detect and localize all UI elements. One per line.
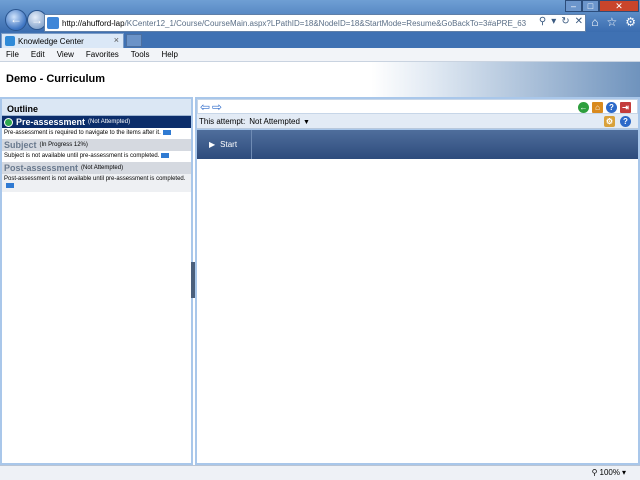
- attempt-bar: This attempt: Not Attempted ▼ ⚙ ?: [197, 114, 638, 129]
- tab-favicon-icon: [5, 36, 15, 46]
- url-path: /KCenter12_1/Course/CourseMain.aspx?LPat…: [124, 18, 527, 28]
- back-button[interactable]: ←: [5, 9, 27, 31]
- menu-help[interactable]: Help: [161, 50, 177, 59]
- help-icon[interactable]: ?: [606, 102, 617, 113]
- description-text: Post-assessment is not available until p…: [4, 176, 186, 183]
- menu-edit[interactable]: Edit: [31, 50, 45, 59]
- tab-row: Knowledge Center ×: [0, 32, 640, 48]
- step-status-icon: [4, 117, 13, 127]
- menu-bar: File Edit View Favorites Tools Help: [0, 48, 640, 62]
- help-icon[interactable]: ?: [620, 116, 631, 127]
- stop-icon[interactable]: ✕: [575, 16, 583, 27]
- close-window-button[interactable]: ✕: [599, 0, 639, 12]
- menu-tools[interactable]: Tools: [131, 50, 150, 59]
- start-label: Start: [220, 140, 238, 149]
- outline-item-status: (In Progress 12%): [39, 142, 88, 149]
- info-icon[interactable]: [162, 130, 171, 135]
- outline-item-description: Subject is not available until pre-asses…: [2, 151, 191, 162]
- home-icon[interactable]: ⌂: [591, 15, 598, 29]
- menu-favorites[interactable]: Favorites: [86, 50, 119, 59]
- previous-arrow-icon[interactable]: ⇦: [200, 101, 210, 113]
- content-panel: ⇦ ⇨ ← ⌂ ? ⇥ This attempt: Not Attempted ▼…: [195, 97, 640, 465]
- outline-panel: Outline Pre-assessment (Not Attempted) P…: [0, 97, 193, 465]
- settings-gear-icon[interactable]: ⚙: [604, 116, 615, 127]
- go-back-icon[interactable]: ←: [578, 102, 589, 113]
- attempt-value: Not Attempted: [249, 116, 300, 126]
- page-title: Demo - Curriculum: [6, 73, 106, 85]
- outline-item-title: Subject: [4, 140, 37, 151]
- info-icon[interactable]: [161, 153, 170, 159]
- dropdown-icon[interactable]: ▾: [551, 16, 556, 27]
- zoom-icon: ⚲: [591, 468, 598, 477]
- outline-item-status: (Not Attempted): [81, 165, 124, 172]
- tab-close-icon[interactable]: ×: [114, 35, 119, 45]
- chevron-down-icon: ▾: [621, 468, 626, 477]
- content-area: ▶ Start: [197, 130, 638, 463]
- start-bar: ▶ Start: [197, 130, 638, 159]
- attempt-select[interactable]: Not Attempted ▼: [249, 117, 310, 126]
- browser-toolbar-icons: ⌂ ☆ ⚙: [591, 15, 636, 29]
- menu-file[interactable]: File: [6, 50, 19, 59]
- tab-knowledge-center[interactable]: Knowledge Center ×: [1, 33, 124, 48]
- page-icon: [47, 17, 59, 29]
- content-toolbar: ⇦ ⇨ ← ⌂ ? ⇥: [197, 99, 638, 114]
- status-bar: ⚲ 100% ▾: [0, 465, 640, 480]
- outline-list: Pre-assessment (Not Attempted) Pre-asses…: [2, 116, 191, 463]
- info-icon[interactable]: [6, 183, 14, 189]
- outline-item-status: (Not Attempted): [88, 119, 131, 125]
- outline-item-subject[interactable]: Subject (In Progress 12%): [2, 139, 191, 152]
- attempt-label: This attempt:: [199, 116, 246, 126]
- page-header: Demo - Curriculum: [0, 62, 640, 97]
- url-host: http://ahufford-lap: [62, 18, 125, 28]
- outline-item-pre-assessment[interactable]: Pre-assessment (Not Attempted): [2, 116, 191, 128]
- browser-titlebar: ← → http://ahufford-lap /KCenter12_1/Cou…: [0, 0, 640, 32]
- new-tab-button[interactable]: [126, 34, 142, 47]
- minimize-button[interactable]: –: [565, 0, 582, 12]
- refresh-icon[interactable]: ↻: [561, 16, 569, 27]
- outline-item-description: Pre-assessment is required to navigate t…: [2, 128, 191, 139]
- maximize-button[interactable]: □: [582, 0, 599, 12]
- home-icon[interactable]: ⌂: [592, 102, 603, 113]
- outline-item-title: Pre-assessment: [16, 117, 86, 127]
- search-icon[interactable]: ⚲: [539, 16, 546, 27]
- zoom-control[interactable]: ⚲ 100% ▾: [592, 468, 626, 477]
- outline-header: Outline: [2, 99, 191, 116]
- chevron-down-icon: ▼: [302, 118, 310, 126]
- description-text: Pre-assessment is required to navigate t…: [4, 130, 161, 137]
- settings-gear-icon[interactable]: ⚙: [625, 15, 636, 29]
- exit-icon[interactable]: ⇥: [620, 102, 631, 113]
- outline-item-post-assessment[interactable]: Post-assessment (Not Attempted): [2, 162, 191, 175]
- next-arrow-icon[interactable]: ⇨: [212, 101, 222, 113]
- address-actions: ⚲ ▾ ↻ ✕: [538, 16, 583, 27]
- outline-item-title: Post-assessment: [4, 163, 79, 174]
- tab-title: Knowledge Center: [18, 36, 84, 46]
- play-icon: ▶: [209, 140, 216, 149]
- zoom-level: 100%: [599, 468, 620, 477]
- outline-item-description: Post-assessment is not available until p…: [2, 174, 191, 193]
- menu-view[interactable]: View: [57, 50, 74, 59]
- favorites-star-icon[interactable]: ☆: [606, 15, 617, 29]
- start-button[interactable]: ▶ Start: [197, 130, 252, 159]
- address-bar[interactable]: http://ahufford-lap /KCenter12_1/Course/…: [44, 14, 586, 32]
- description-text: Subject is not available until pre-asses…: [4, 153, 160, 160]
